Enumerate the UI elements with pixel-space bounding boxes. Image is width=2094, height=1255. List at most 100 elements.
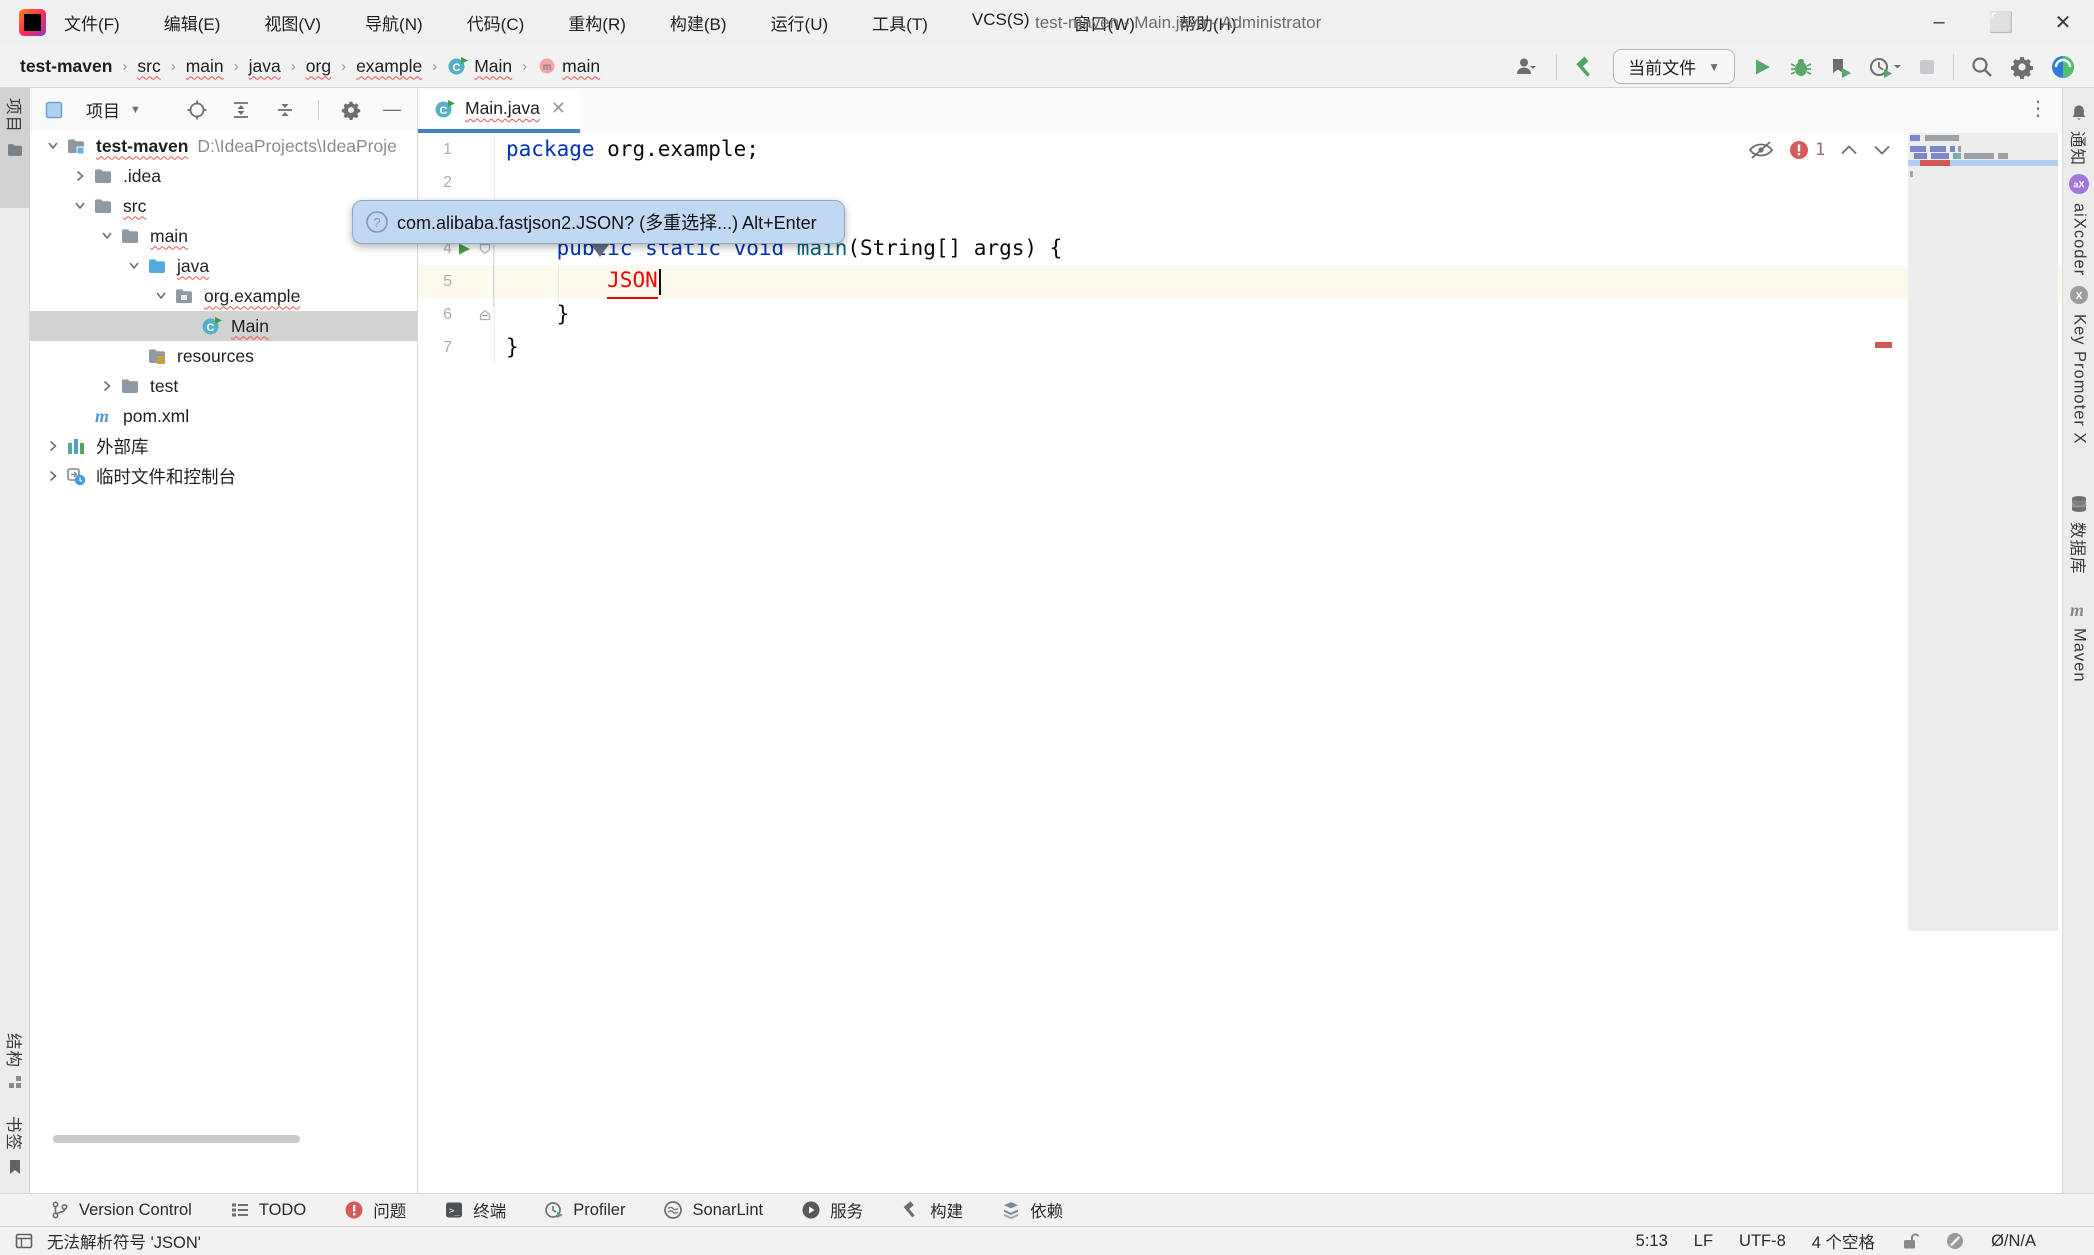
tool-stripe-structure-tab[interactable]: 结构 [0,1033,30,1091]
fold-marker-icon[interactable] [476,308,494,322]
tree-row[interactable]: resources [30,341,417,371]
more-options-icon[interactable]: ⋮ [2028,96,2048,121]
tool-window-button-build[interactable]: 构建 [901,1198,963,1222]
user-icon[interactable] [1514,56,1540,78]
next-error-button[interactable] [1873,144,1891,156]
menu-item[interactable]: 文件(F) [64,10,120,35]
menu-item[interactable]: 编辑(E) [164,10,221,35]
close-tab-icon[interactable]: ✕ [551,98,566,119]
status-widget[interactable]: 4 个空格 [1812,1229,1875,1253]
tree-row[interactable]: 临时文件和控制台 [30,461,417,491]
tool-window-button-problems[interactable]: 问题 [344,1198,406,1222]
tree-row[interactable]: test-mavenD:\IdeaProjects\IdeaProje [30,131,417,161]
panel-settings-button[interactable] [341,98,361,122]
tree-row[interactable]: .idea [30,161,417,191]
tab-main-java[interactable]: C Main.java ✕ [418,89,580,133]
breadcrumb-item[interactable]: src [137,56,160,77]
tool-stripe-project-tab[interactable]: 项目 [0,88,30,208]
breadcrumb-item[interactable]: test-maven [20,56,112,77]
settings-button[interactable] [2010,55,2034,79]
collapse-all-button[interactable] [274,99,296,121]
code-editor[interactable]: 1 1package org.example;23public class Ma… [418,133,2062,1193]
horizontal-scrollbar[interactable] [53,1135,300,1143]
hide-panel-button[interactable]: — [383,99,401,120]
breadcrumb-item[interactable]: mmain [537,56,600,77]
tool-stripe-bookmarks-tab[interactable]: 书签 [0,1116,30,1176]
tool-stripe-aixcoder-tab[interactable]: aXaiXcoder [2063,173,2094,276]
tool-stripe-bell-tab[interactable]: 通知 [2063,103,2094,166]
lock-open-icon[interactable] [1901,1231,1919,1251]
chevron-collapsed-icon[interactable] [94,378,120,394]
menu-item[interactable]: 导航(N) [365,10,423,35]
code-line[interactable]: 6 } [418,298,2062,331]
import-suggestion-tooltip[interactable]: ? com.alibaba.fastjson2.JSON? (多重选择...) … [352,200,845,244]
tool-stripe-database-tab[interactable]: 数据库 [2063,494,2094,575]
tool-window-button-branch[interactable]: Version Control [50,1200,192,1220]
menu-item[interactable]: 代码(C) [467,10,525,35]
code-line[interactable]: 7} [418,331,2062,364]
code-line[interactable]: 2 [418,166,2062,199]
minimap[interactable] [1908,133,2058,931]
tool-window-button-terminal[interactable]: >_终端 [444,1198,506,1222]
tree-row[interactable]: org.example [30,281,417,311]
tree-row[interactable]: mpom.xml [30,401,417,431]
error-indicator[interactable]: 1 [1789,140,1825,160]
chevron-expanded-icon[interactable] [40,138,66,154]
chevron-down-icon[interactable]: ▼ [130,104,141,116]
tool-window-button-deps[interactable]: 依赖 [1001,1198,1063,1222]
menu-item[interactable]: 视图(V) [264,10,321,35]
debug-button[interactable] [1789,56,1813,78]
status-widget[interactable]: 5:13 [1636,1232,1668,1251]
tree-row[interactable]: java [30,251,417,281]
maximize-button[interactable]: ⬜ [1970,0,2032,45]
tree-row[interactable]: CMain [30,311,417,341]
coverage-button[interactable] [1829,56,1853,78]
chevron-collapsed-icon[interactable] [67,168,93,184]
breadcrumb-item[interactable]: main [186,56,224,77]
breadcrumb-item[interactable]: CMain [447,56,512,77]
status-widget[interactable]: LF [1694,1232,1713,1251]
breadcrumb-item[interactable]: example [356,56,422,77]
layout-icon[interactable] [14,1231,34,1251]
minimize-button[interactable]: – [1908,0,1970,45]
breadcrumb-item[interactable]: org [306,56,331,77]
menu-item[interactable]: VCS(S) [972,10,1030,35]
folder-icon [93,196,123,216]
status-widget[interactable]: UTF-8 [1739,1232,1786,1251]
tool-window-button-todo[interactable]: TODO [230,1200,306,1220]
tool-window-button-sonarlint[interactable]: SonarLint [663,1200,763,1220]
run-button[interactable] [1751,56,1773,78]
tree-row[interactable]: test [30,371,417,401]
tool-window-button-services[interactable]: 服务 [801,1198,863,1222]
tool-stripe-maven-gray-tab[interactable]: mMaven [2063,600,2094,683]
plugin-swirl-icon[interactable] [2050,54,2076,80]
eye-off-icon[interactable] [1748,139,1774,161]
tree-row[interactable]: 外部库 [30,431,417,461]
chevron-collapsed-icon[interactable] [40,438,66,454]
slash-circle-icon[interactable] [1945,1231,1965,1251]
chevron-expanded-icon[interactable] [148,288,174,304]
build-project-button[interactable] [1573,55,1597,79]
menu-item[interactable]: 重构(R) [568,10,626,35]
prev-error-button[interactable] [1840,144,1858,156]
error-stripe-mark[interactable] [1875,342,1892,348]
menu-item[interactable]: 构建(B) [670,10,727,35]
breadcrumb-item[interactable]: java [249,56,281,77]
tool-stripe-keypromoter-tab[interactable]: XKey Promoter X [2063,284,2094,444]
project-panel-title[interactable]: 项目 [86,97,120,122]
profiler-button[interactable] [1869,56,1901,78]
status-widget[interactable]: Ø/N/A [1991,1232,2036,1251]
expand-all-button[interactable] [230,99,252,121]
tool-window-button-profiler[interactable]: Profiler [544,1200,625,1220]
code-line[interactable]: 5 JSON [418,265,2062,298]
close-button[interactable]: ✕ [2032,0,2094,45]
chevron-expanded-icon[interactable] [94,228,120,244]
menu-item[interactable]: 工具(T) [872,10,928,35]
chevron-collapsed-icon[interactable] [40,468,66,484]
chevron-expanded-icon[interactable] [67,198,93,214]
locate-file-button[interactable] [186,99,208,121]
menu-item[interactable]: 运行(U) [771,10,829,35]
run-configuration-select[interactable]: 当前文件 ▼ [1613,49,1735,84]
search-everywhere-button[interactable] [1970,55,1994,79]
chevron-expanded-icon[interactable] [121,258,147,274]
